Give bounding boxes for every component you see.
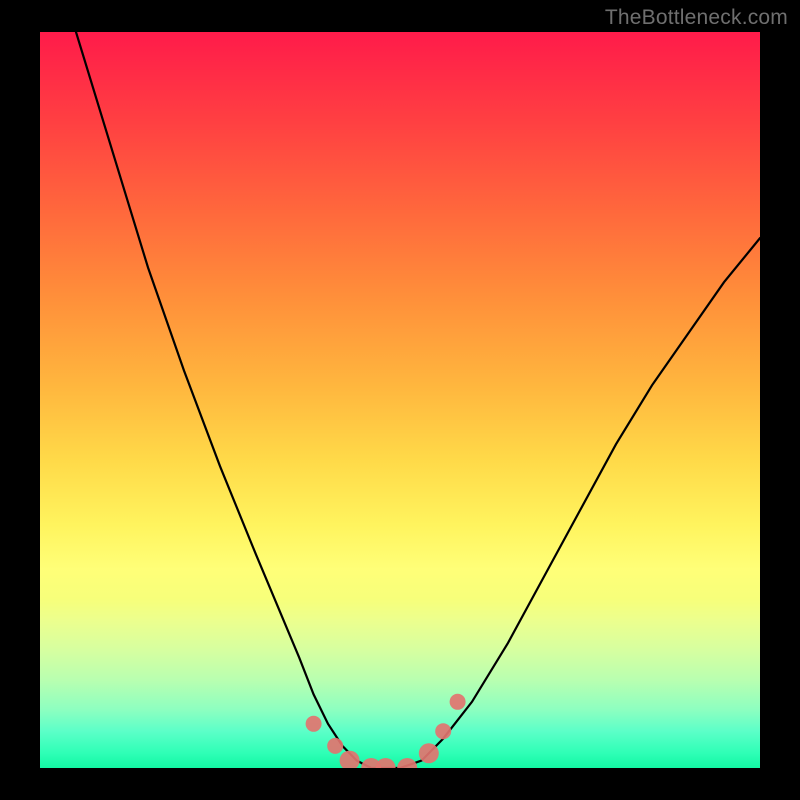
chart-svg xyxy=(40,32,760,768)
data-marker xyxy=(419,743,439,763)
chart-frame: TheBottleneck.com xyxy=(0,0,800,800)
data-markers xyxy=(306,694,466,768)
chart-plot-area xyxy=(40,32,760,768)
data-marker xyxy=(397,758,417,768)
data-marker xyxy=(327,738,343,754)
data-marker xyxy=(435,723,451,739)
data-marker xyxy=(340,751,360,768)
data-marker xyxy=(306,716,322,732)
watermark-text: TheBottleneck.com xyxy=(605,6,788,30)
data-marker xyxy=(376,758,396,768)
bottleneck-curve xyxy=(76,32,760,768)
data-marker xyxy=(450,694,466,710)
